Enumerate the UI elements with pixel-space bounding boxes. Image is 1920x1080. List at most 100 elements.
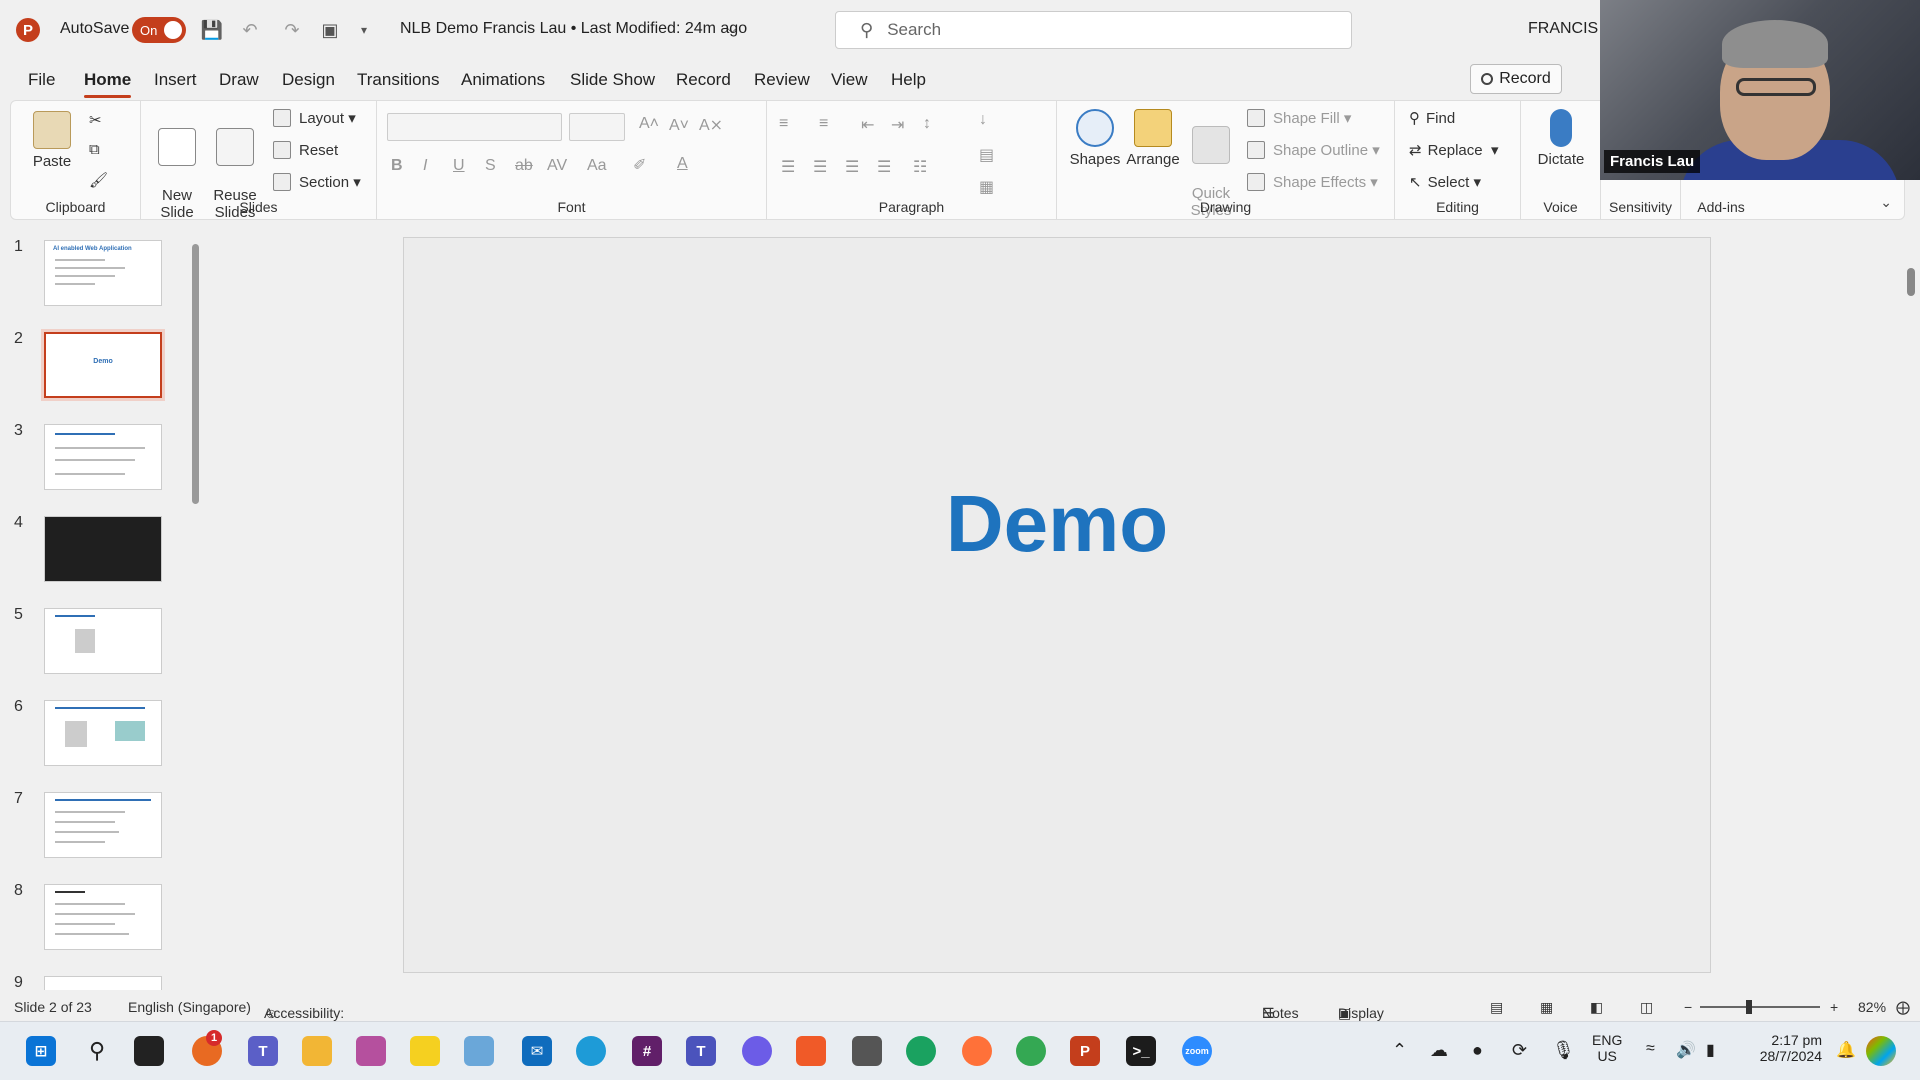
powerpoint-taskbar-icon[interactable]: P	[1070, 1036, 1100, 1066]
tab-help[interactable]: Help	[891, 70, 926, 90]
copilot-tray-icon[interactable]	[1866, 1036, 1896, 1066]
tab-slide-show[interactable]: Slide Show	[570, 70, 655, 90]
search-icon[interactable]: ⚲	[82, 1036, 112, 1066]
decrease-font-icon[interactable]: A˅	[669, 117, 689, 135]
scrollbar-thumb[interactable]	[192, 244, 199, 504]
slack-icon[interactable]: #	[632, 1036, 662, 1066]
onedrive-icon[interactable]: ☁	[1430, 1040, 1448, 1061]
save-icon[interactable]: 💾	[200, 18, 224, 42]
bullets-icon[interactable]: ≡	[779, 115, 788, 133]
copilot-icon[interactable]	[742, 1036, 772, 1066]
input-language[interactable]: ENG US	[1592, 1032, 1622, 1064]
cut-button[interactable]: ✂	[89, 111, 102, 129]
replace-button[interactable]: ⇄ Replace ▾	[1409, 141, 1499, 160]
slide-thumbnail-4[interactable]	[44, 516, 162, 582]
align-left-icon[interactable]: ☰	[781, 157, 795, 177]
increase-font-icon[interactable]: A˄	[639, 115, 659, 133]
tab-draw[interactable]: Draw	[219, 70, 259, 90]
chrome-profile-icon[interactable]	[1016, 1036, 1046, 1066]
language[interactable]: English (Singapore)	[128, 999, 251, 1015]
font-color-icon[interactable]: A	[677, 155, 688, 173]
battery-icon[interactable]: ▮	[1706, 1040, 1715, 1060]
slideshow-icon[interactable]: ◫	[1640, 999, 1653, 1016]
sync-error-icon[interactable]: ●	[1472, 1040, 1483, 1061]
record-button[interactable]: Record	[1470, 64, 1562, 94]
underline-icon[interactable]: U	[453, 157, 465, 175]
line-spacing-icon[interactable]: ↕	[923, 115, 931, 133]
sensitivity-group-label[interactable]: Sensitivity	[1601, 199, 1680, 215]
slide-thumbnail-5[interactable]	[44, 608, 162, 674]
slide-thumbnail-1[interactable]: AI enabled Web Application	[44, 240, 162, 306]
columns-icon[interactable]: ☷	[913, 157, 927, 177]
ribbon-collapse-chevron-icon[interactable]: ⌄	[1880, 194, 1892, 211]
slide-thumbnail-7[interactable]	[44, 792, 162, 858]
zoom-out-icon[interactable]: −	[1684, 999, 1692, 1015]
tab-transitions[interactable]: Transitions	[357, 70, 440, 90]
document-title[interactable]: NLB Demo Francis Lau • Last Modified: 24…	[400, 20, 747, 38]
chrome-icon[interactable]	[906, 1036, 936, 1066]
tab-animations[interactable]: Animations	[461, 70, 545, 90]
firefox-icon[interactable]	[962, 1036, 992, 1066]
section-button[interactable]: Section ▾	[273, 173, 361, 191]
slide-thumbnail-8[interactable]	[44, 884, 162, 950]
zoom-slider-handle[interactable]	[1746, 1000, 1752, 1014]
autosave-toggle[interactable]: On	[132, 17, 186, 43]
tab-record[interactable]: Record	[676, 70, 731, 90]
align-text-icon[interactable]: ▤	[979, 145, 994, 165]
slide-sorter-icon[interactable]: ▦	[1540, 999, 1553, 1016]
snipping-tool-icon[interactable]	[356, 1036, 386, 1066]
bold-icon[interactable]: B	[391, 157, 403, 175]
slide-title[interactable]: Demo	[404, 478, 1710, 570]
notes-app-icon[interactable]	[464, 1036, 494, 1066]
decrease-indent-icon[interactable]: ⇤	[861, 115, 874, 135]
increase-indent-icon[interactable]: ⇥	[891, 115, 904, 135]
shadow-icon[interactable]: S	[485, 157, 496, 175]
slide-thumbnail-6[interactable]	[44, 700, 162, 766]
smartart-icon[interactable]: ▦	[979, 177, 994, 197]
slide-canvas[interactable]: Demo	[403, 237, 1711, 973]
layout-button[interactable]: Layout ▾	[273, 109, 356, 127]
numbering-icon[interactable]: ≡	[819, 115, 828, 133]
notifications-icon[interactable]: 🔔	[1836, 1040, 1856, 1060]
update-icon[interactable]: ⟳	[1512, 1040, 1527, 1061]
arrange-button[interactable]: Arrange	[1123, 109, 1183, 168]
task-view-icon[interactable]	[134, 1036, 164, 1066]
microphone-tray-icon[interactable]: 🎙	[1552, 1040, 1575, 1061]
edge-icon[interactable]	[576, 1036, 606, 1066]
editor-scrollbar[interactable]	[1905, 228, 1917, 968]
select-button[interactable]: ↖ Select ▾	[1409, 173, 1481, 192]
mail-icon[interactable]: ✉	[522, 1036, 552, 1066]
strikethrough-icon[interactable]: ab	[515, 157, 533, 175]
addins-group-label[interactable]: Add-ins	[1681, 199, 1761, 215]
justify-icon[interactable]: ☰	[877, 157, 891, 177]
search-input[interactable]: ⚲ Search	[835, 11, 1352, 49]
text-direction-icon[interactable]: ↓	[979, 111, 987, 129]
show-hidden-icons-chevron-icon[interactable]: ⌃	[1392, 1040, 1407, 1061]
redo-icon[interactable]: ↷	[280, 18, 304, 42]
present-from-start-icon[interactable]: ▣	[318, 18, 342, 42]
paste-button[interactable]: Paste	[27, 111, 77, 170]
thumbnail-scrollbar[interactable]	[190, 232, 200, 982]
calculator-icon[interactable]	[852, 1036, 882, 1066]
wifi-icon[interactable]: ≈	[1646, 1040, 1655, 1058]
tab-insert[interactable]: Insert	[154, 70, 197, 90]
zoom-app-icon[interactable]: zoom	[1182, 1036, 1212, 1066]
slide-thumbnail-3[interactable]	[44, 424, 162, 490]
align-center-icon[interactable]: ☰	[813, 157, 827, 177]
customize-qat-icon[interactable]: ▾	[352, 18, 376, 42]
align-right-icon[interactable]: ☰	[845, 157, 859, 177]
copy-button[interactable]: ⧉	[89, 141, 100, 158]
tab-review[interactable]: Review	[754, 70, 810, 90]
fit-to-window-icon[interactable]: ⨁	[1896, 999, 1910, 1016]
chevron-down-icon[interactable]: ⌵	[727, 21, 737, 37]
shapes-button[interactable]: Shapes	[1065, 109, 1125, 168]
scrollbar-thumb[interactable]	[1907, 268, 1915, 296]
highlight-icon[interactable]: ✐	[633, 155, 646, 175]
sticky-notes-icon[interactable]	[410, 1036, 440, 1066]
tab-home[interactable]: Home	[84, 70, 132, 98]
shape-outline-button[interactable]: Shape Outline ▾	[1247, 141, 1380, 159]
italic-icon[interactable]: I	[423, 157, 427, 175]
tab-file[interactable]: File	[28, 70, 55, 90]
brave-icon[interactable]	[796, 1036, 826, 1066]
tab-view[interactable]: View	[831, 70, 868, 90]
